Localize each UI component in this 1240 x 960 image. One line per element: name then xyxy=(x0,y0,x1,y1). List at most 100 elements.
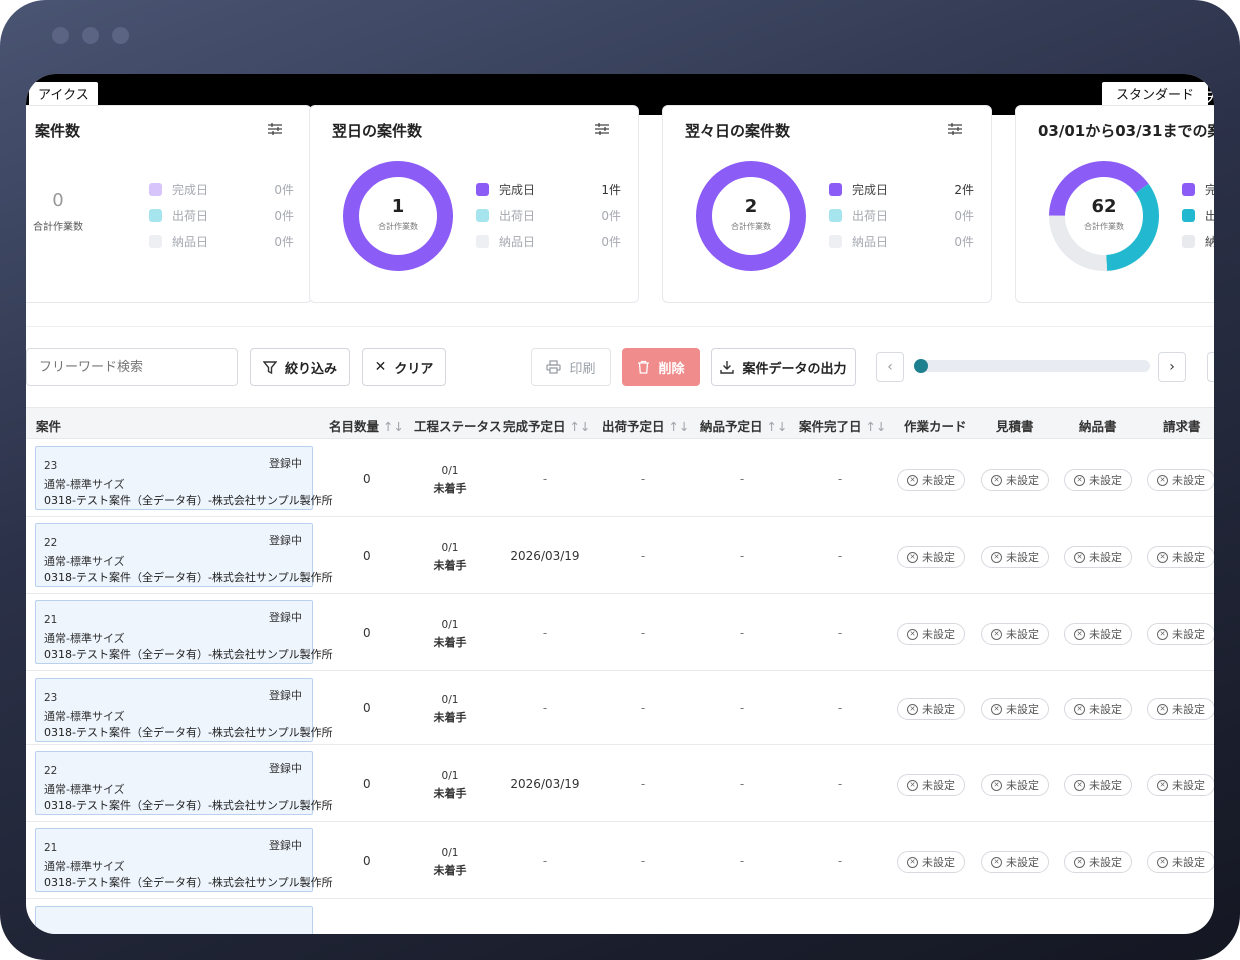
sort-icon[interactable]: ↑↓ xyxy=(383,419,404,434)
case-card[interactable]: 23 登録中 通常-標準サイズ 0318-テスト案件（全データ有）-株式会社サンプル製… xyxy=(35,446,333,510)
case-card[interactable]: 21 登録中 通常-標準サイズ 0318-テスト案件（全データ有）-株式会社サンプル製… xyxy=(35,828,333,892)
table-row[interactable]: 22 登録中 通常-標準サイズ 0318-テスト案件（全データ有）-株式会社サンプル製… xyxy=(26,517,1214,594)
chip-label: 未設定 xyxy=(1089,474,1122,487)
legend-count: 2件 xyxy=(954,183,974,197)
estimate-chip[interactable]: ✕ 未設定 xyxy=(981,546,1049,568)
sort-icon[interactable]: ↑↓ xyxy=(866,419,887,434)
col-done[interactable]: 案件完了日 ↑↓ xyxy=(799,416,886,435)
col-deliver-label: 納品予定日 xyxy=(700,419,763,434)
search-input[interactable] xyxy=(26,348,238,386)
col-process: 工程ステータス xyxy=(414,416,502,435)
work-card-chip[interactable]: ✕ 未設定 xyxy=(897,546,965,568)
col-deliver[interactable]: 納品予定日 ↑↓ xyxy=(700,416,787,435)
table-row[interactable]: 21 登録中 通常-標準サイズ 0318-テスト案件（全データ有）-株式会社サンプル製… xyxy=(26,594,1214,671)
legend-swatch xyxy=(149,209,162,222)
case-card[interactable] xyxy=(35,906,313,934)
invoice-chip[interactable]: ✕ 未設定 xyxy=(1147,546,1214,568)
sort-icon[interactable]: ↑↓ xyxy=(570,419,591,434)
sort-icon[interactable]: ↑↓ xyxy=(767,419,788,434)
settings-sliders-icon[interactable] xyxy=(594,122,610,136)
process-cell: 0/1 未着手 xyxy=(410,617,490,652)
table-row[interactable]: 23 登録中 通常-標準サイズ 0318-テスト案件（全データ有）-株式会社サンプル製… xyxy=(26,671,1214,745)
chip-label: 未設定 xyxy=(1172,703,1205,716)
col-estimate-label: 見積書 xyxy=(996,419,1034,434)
case-card[interactable]: 22 登録中 通常-標準サイズ 0318-テスト案件（全データ有）-株式会社サンプル製… xyxy=(35,523,333,587)
legend-count: 0件 xyxy=(274,183,294,197)
legend-item: 完 xyxy=(1182,180,1214,206)
col-ship[interactable]: 出荷予定日 ↑↓ xyxy=(602,416,689,435)
case-name[interactable]: 0318-テスト案件（全データ有）-株式会社サンプル製作所 xyxy=(44,646,333,662)
work-card-chip[interactable]: ✕ 未設定 xyxy=(897,851,965,873)
invoice-chip[interactable]: ✕ 未設定 xyxy=(1147,469,1214,491)
case-name[interactable]: 0318-テスト案件（全データ有）-株式会社サンプル製作所 xyxy=(44,724,333,740)
case-card[interactable]: 21 登録中 通常-標準サイズ 0318-テスト案件（全データ有）-株式会社サンプル製… xyxy=(35,600,333,664)
case-number: 23 xyxy=(44,692,58,704)
delivery-note-chip[interactable]: ✕ 未設定 xyxy=(1064,698,1132,720)
settings-sliders-icon[interactable] xyxy=(947,122,963,136)
invoice-chip[interactable]: ✕ 未設定 xyxy=(1147,623,1214,645)
case-name[interactable]: 0318-テスト案件（全データ有）-株式会社サンプル製作所 xyxy=(44,874,333,890)
delivery-note-chip[interactable]: ✕ 未設定 xyxy=(1064,546,1132,568)
estimate-chip[interactable]: ✕ 未設定 xyxy=(981,851,1049,873)
estimate-chip[interactable]: ✕ 未設定 xyxy=(981,469,1049,491)
circle-x-icon: ✕ xyxy=(1074,856,1085,868)
horizontal-scroll-track[interactable] xyxy=(916,360,1150,372)
scroll-next-button[interactable]: › xyxy=(1158,352,1186,382)
case-name[interactable]: 0318-テスト案件（全データ有）-株式会社サンプル製作所 xyxy=(44,569,333,585)
settings-sliders-icon[interactable] xyxy=(267,122,283,136)
print-button[interactable]: 印刷 xyxy=(531,348,611,386)
scroll-prev-button[interactable]: ‹ xyxy=(876,352,904,382)
delivery-note-chip[interactable]: ✕ 未設定 xyxy=(1064,774,1132,796)
legend-swatch xyxy=(829,209,842,222)
case-card[interactable]: 22 登録中 通常-標準サイズ 0318-テスト案件（全データ有）-株式会社サンプル製… xyxy=(35,751,333,815)
case-type: 通常-標準サイズ xyxy=(44,478,125,491)
case-number: 22 xyxy=(44,765,58,777)
legend-count: 0件 xyxy=(954,209,974,223)
circle-x-icon: ✕ xyxy=(1157,856,1168,868)
clear-button[interactable]: ✕ クリア xyxy=(362,348,446,386)
process-status: 未着手 xyxy=(433,559,467,572)
circle-x-icon: ✕ xyxy=(1074,779,1085,791)
complete-date-cell: 2026/03/19 xyxy=(510,777,580,791)
export-button[interactable]: 案件データの出力 xyxy=(711,348,856,386)
invoice-chip[interactable]: ✕ 未設定 xyxy=(1147,698,1214,720)
estimate-chip[interactable]: ✕ 未設定 xyxy=(981,623,1049,645)
table-row[interactable]: 22 登録中 通常-標準サイズ 0318-テスト案件（全データ有）-株式会社サンプル製… xyxy=(26,745,1214,822)
toolbar-overflow-button[interactable] xyxy=(1207,352,1214,382)
col-complete[interactable]: 完成予定日 ↑↓ xyxy=(503,416,590,435)
case-type: 通常-標準サイズ xyxy=(44,555,125,568)
window-dot-icon xyxy=(112,27,129,44)
estimate-chip[interactable]: ✕ 未設定 xyxy=(981,698,1049,720)
table-row[interactable]: 21 登録中 通常-標準サイズ 0318-テスト案件（全データ有）-株式会社サンプル製… xyxy=(26,822,1214,899)
circle-x-icon: ✕ xyxy=(991,779,1002,791)
export-button-label: 案件データの出力 xyxy=(742,361,847,377)
col-qty[interactable]: 名目数量 ↑↓ xyxy=(329,416,404,435)
complete-date-cell: 2026/03/19 xyxy=(510,549,580,563)
delete-button[interactable]: 削除 xyxy=(622,348,700,386)
filter-button[interactable]: 絞り込み xyxy=(250,348,350,386)
process-progress: 0/1 xyxy=(441,542,459,554)
col-delivery-note: 納品書 xyxy=(1079,416,1117,435)
work-card-chip[interactable]: ✕ 未設定 xyxy=(897,623,965,645)
sort-icon[interactable]: ↑↓ xyxy=(669,419,690,434)
case-card[interactable]: 23 登録中 通常-標準サイズ 0318-テスト案件（全データ有）-株式会社サンプル製… xyxy=(35,678,333,742)
work-card-chip[interactable]: ✕ 未設定 xyxy=(897,774,965,796)
delivery-note-chip[interactable]: ✕ 未設定 xyxy=(1064,851,1132,873)
horizontal-scroll-knob[interactable] xyxy=(914,359,928,373)
invoice-chip[interactable]: ✕ 未設定 xyxy=(1147,774,1214,796)
delivery-note-chip[interactable]: ✕ 未設定 xyxy=(1064,469,1132,491)
circle-x-icon: ✕ xyxy=(907,856,918,868)
invoice-chip[interactable]: ✕ 未設定 xyxy=(1147,851,1214,873)
ship-date-cell: - xyxy=(640,854,646,868)
delivery-note-chip[interactable]: ✕ 未設定 xyxy=(1064,623,1132,645)
case-name[interactable]: 0318-テスト案件（全データ有）-株式会社サンプル製作所 xyxy=(44,492,333,508)
case-name[interactable]: 0318-テスト案件（全データ有）-株式会社サンプル製作所 xyxy=(44,797,333,813)
estimate-chip[interactable]: ✕ 未設定 xyxy=(981,774,1049,796)
ship-date-cell: - xyxy=(640,777,646,791)
work-card-chip[interactable]: ✕ 未設定 xyxy=(897,469,965,491)
work-card-chip[interactable]: ✕ 未設定 xyxy=(897,698,965,720)
chip-label: 未設定 xyxy=(1172,779,1205,792)
table-row[interactable]: 23 登録中 通常-標準サイズ 0318-テスト案件（全データ有）-株式会社サンプル製… xyxy=(26,440,1214,517)
table-row[interactable] xyxy=(26,899,1214,934)
deliver-date-cell: - xyxy=(739,854,745,868)
